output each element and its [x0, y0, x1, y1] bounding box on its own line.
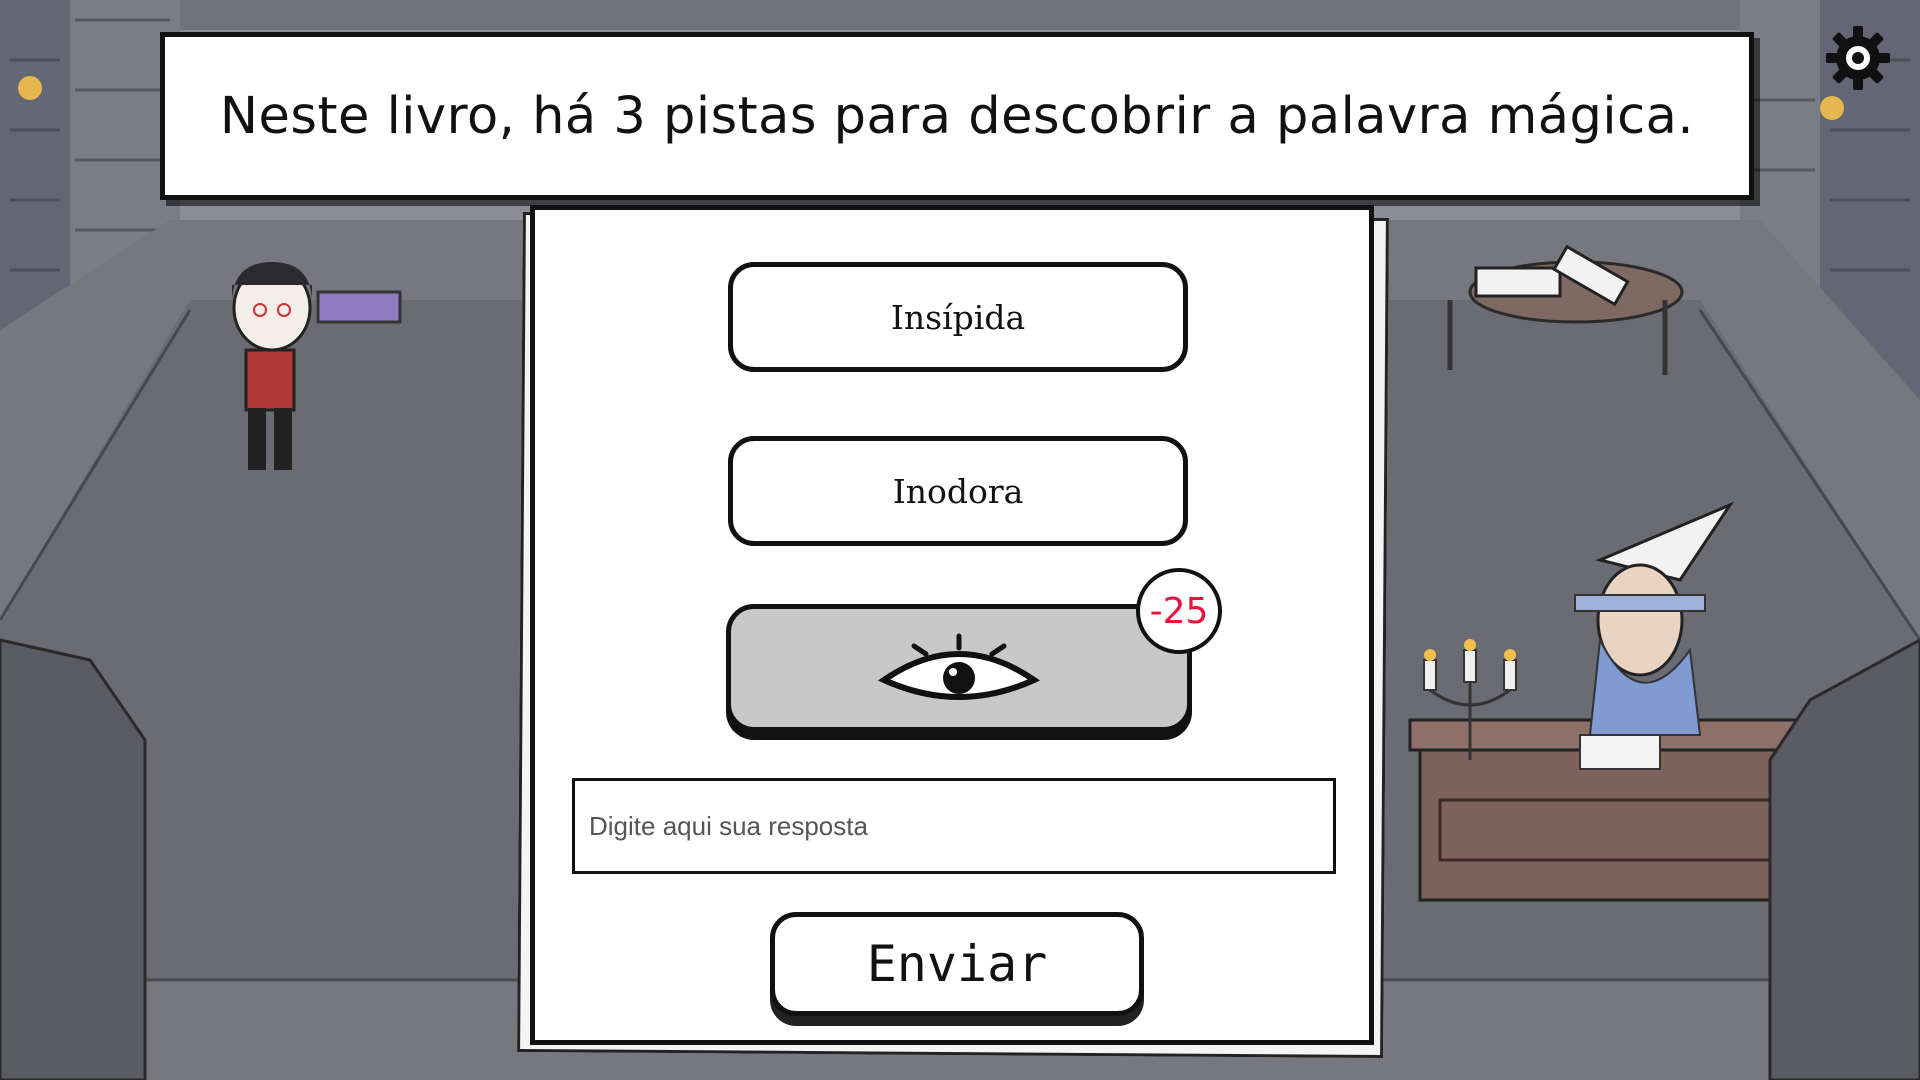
settings-button[interactable]: [1822, 22, 1894, 94]
answer-input[interactable]: [572, 778, 1336, 874]
gear-icon: [1826, 26, 1890, 90]
submit-label: Enviar: [866, 935, 1048, 993]
hint-cost-badge: -25: [1136, 568, 1222, 654]
clue-card-2: Inodora: [728, 436, 1188, 546]
hint-cost-text: -25: [1149, 590, 1209, 632]
clue-text: Insípida: [890, 297, 1026, 337]
reveal-clue-button[interactable]: [726, 604, 1192, 732]
eye-icon: [877, 633, 1041, 700]
clue-card-1: Insípida: [728, 262, 1188, 372]
submit-button[interactable]: Enviar: [770, 912, 1144, 1016]
instruction-banner: Neste livro, há 3 pistas para descobrir …: [160, 32, 1754, 200]
clue-text: Inodora: [892, 471, 1024, 511]
instruction-text: Neste livro, há 3 pistas para descobrir …: [219, 86, 1695, 146]
